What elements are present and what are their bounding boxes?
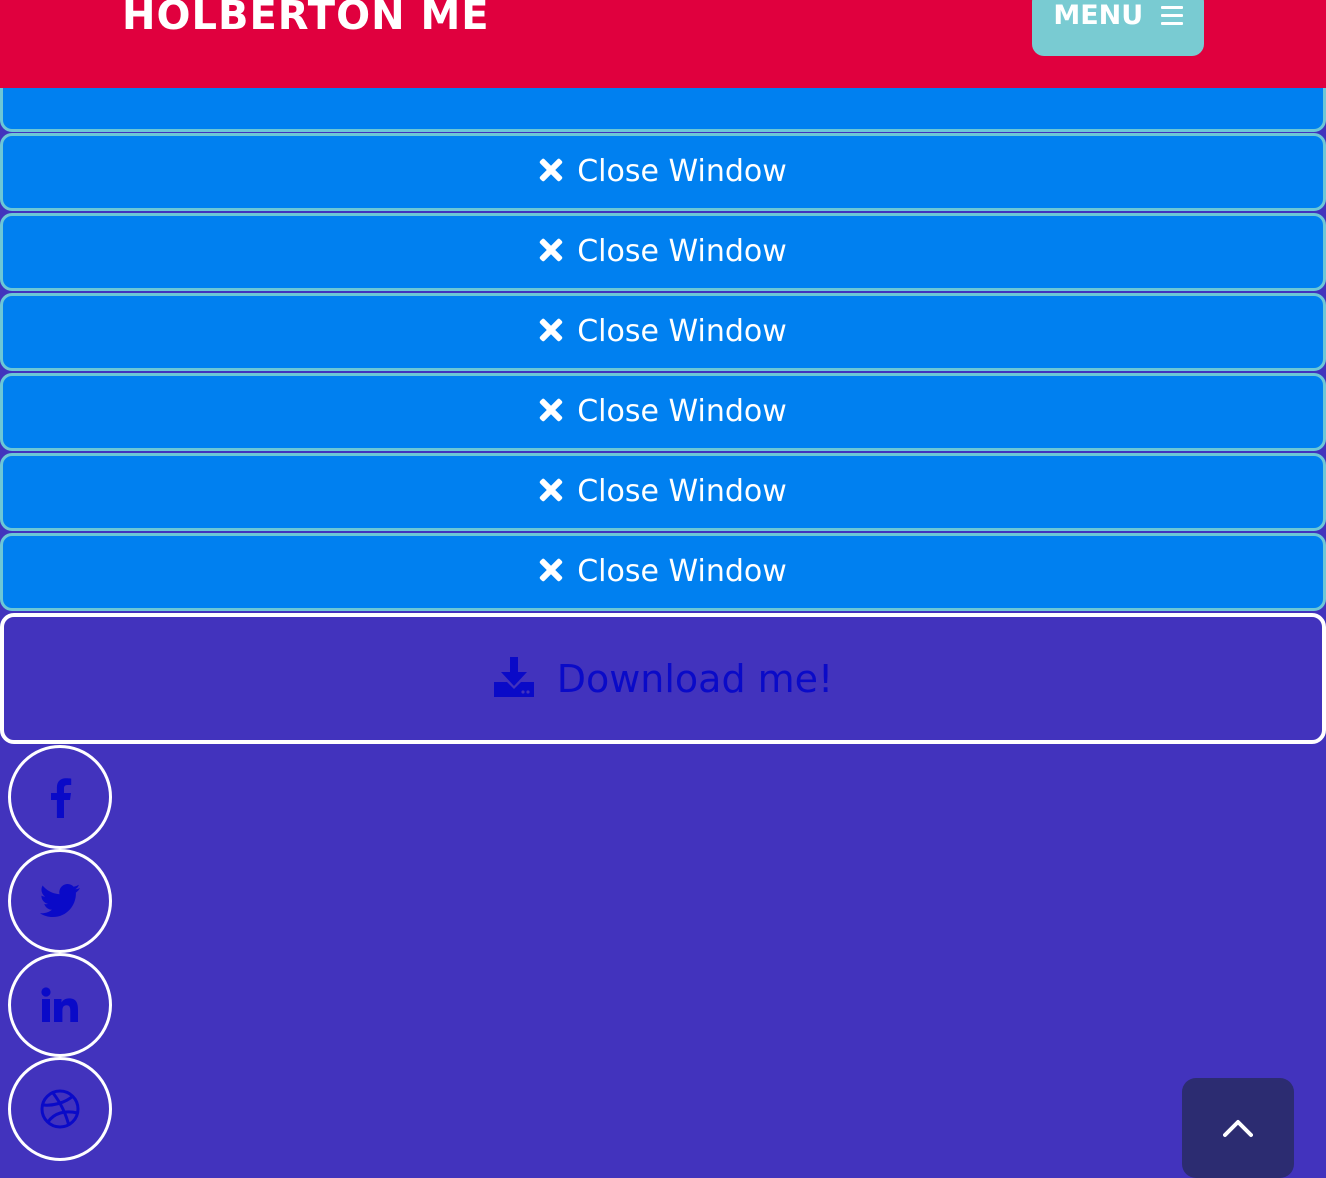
facebook-link[interactable] bbox=[8, 745, 112, 849]
download-icon bbox=[493, 657, 534, 697]
hamburger-icon bbox=[1160, 5, 1183, 25]
close-window-label: Close Window bbox=[577, 554, 787, 589]
linkedin-icon bbox=[41, 987, 78, 1022]
site-brand[interactable]: HOLBERTON ME bbox=[122, 0, 490, 46]
close-window-button[interactable]: Close Window bbox=[0, 373, 1326, 451]
download-button[interactable]: Download me! bbox=[0, 613, 1326, 744]
close-icon bbox=[539, 318, 563, 342]
close-icon bbox=[539, 478, 563, 502]
close-window-button[interactable]: Close Window bbox=[0, 533, 1326, 611]
close-window-label: Close Window bbox=[577, 154, 787, 189]
menu-button[interactable]: MENU bbox=[1032, 0, 1204, 56]
close-icon bbox=[539, 238, 563, 262]
close-window-button[interactable]: Close Window bbox=[0, 453, 1326, 531]
close-window-label: Close Window bbox=[577, 474, 787, 509]
download-label: Download me! bbox=[556, 656, 834, 701]
close-window-label: Close Window bbox=[577, 234, 787, 269]
menu-button-label: MENU bbox=[1053, 0, 1144, 31]
back-to-top-button[interactable] bbox=[1182, 1078, 1294, 1178]
site-header: HOLBERTON ME MENU bbox=[0, 0, 1326, 88]
close-icon bbox=[539, 398, 563, 422]
chevron-up-icon bbox=[1223, 1120, 1253, 1137]
close-icon bbox=[539, 558, 563, 582]
twitter-icon bbox=[40, 884, 80, 917]
close-window-button[interactable]: Close Window bbox=[0, 293, 1326, 371]
facebook-icon bbox=[51, 778, 72, 818]
close-window-button[interactable]: Close Window bbox=[0, 133, 1326, 211]
linkedin-link[interactable] bbox=[8, 953, 112, 1057]
close-window-label: Close Window bbox=[577, 394, 787, 429]
close-window-button[interactable]: Close Window bbox=[0, 213, 1326, 291]
dribbble-link[interactable] bbox=[8, 1057, 112, 1161]
close-window-label: Close Window bbox=[577, 314, 787, 349]
dribbble-icon bbox=[40, 1089, 80, 1129]
close-icon bbox=[539, 158, 563, 182]
twitter-link[interactable] bbox=[8, 849, 112, 953]
